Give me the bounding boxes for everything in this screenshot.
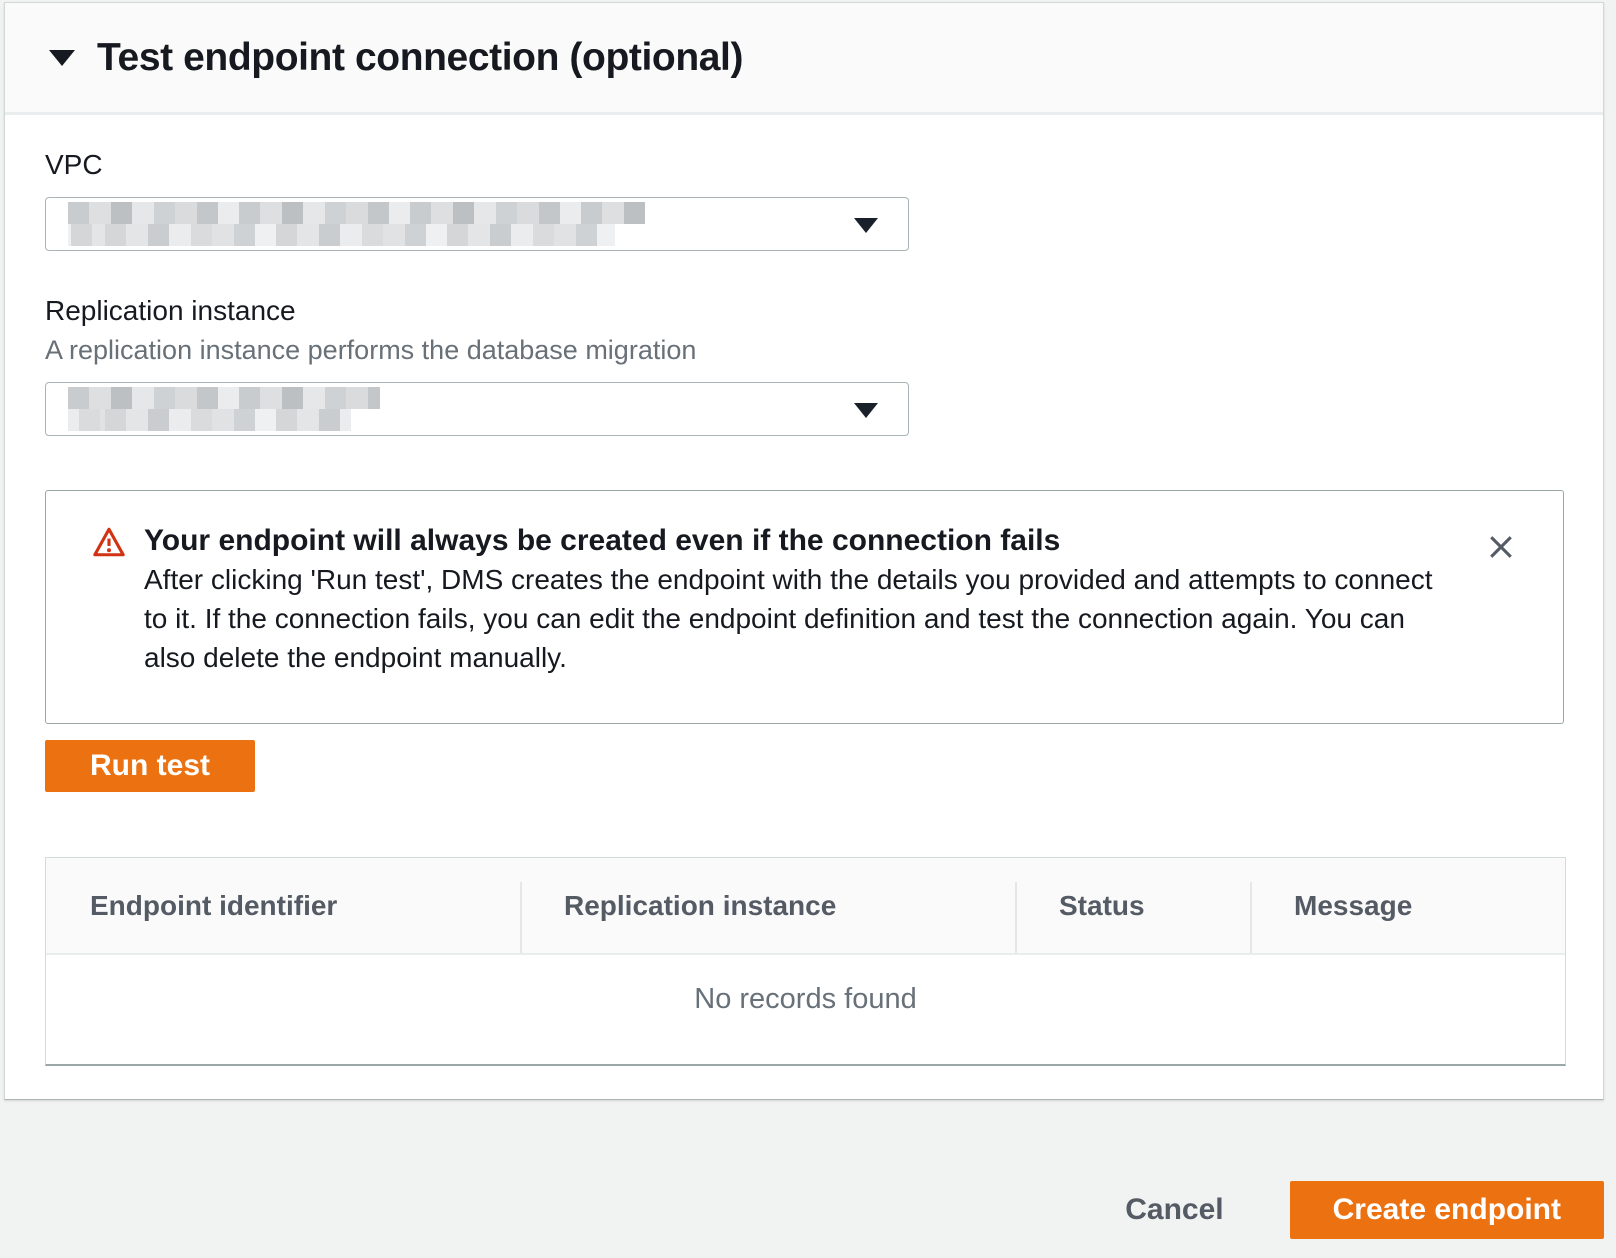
table-empty-state: No records found xyxy=(46,955,1565,1064)
alert-title: Your endpoint will always be created eve… xyxy=(144,521,1439,560)
close-icon[interactable] xyxy=(1483,529,1519,565)
replication-instance-label: Replication instance xyxy=(45,295,1563,327)
column-header-endpoint-identifier[interactable]: Endpoint identifier xyxy=(46,858,520,953)
column-header-status[interactable]: Status xyxy=(1015,858,1250,953)
panel-header-toggle[interactable]: Test endpoint connection (optional) xyxy=(5,3,1603,115)
vpc-field: VPC xyxy=(45,149,1563,251)
test-results-table: Endpoint identifier Replication instance… xyxy=(45,857,1566,1066)
run-test-button[interactable]: Run test xyxy=(45,740,255,792)
connection-warning-alert: Your endpoint will always be created eve… xyxy=(45,490,1564,724)
vpc-redacted-value xyxy=(68,202,645,246)
replication-instance-field: Replication instance A replication insta… xyxy=(45,295,1563,436)
column-header-message[interactable]: Message xyxy=(1250,858,1565,953)
table-header-row: Endpoint identifier Replication instance… xyxy=(46,858,1565,955)
chevron-down-icon xyxy=(854,403,878,418)
collapse-triangle-icon xyxy=(49,50,75,66)
alert-body: After clicking 'Run test', DMS creates t… xyxy=(144,560,1439,677)
footer-actions: Cancel Create endpoint xyxy=(1125,1181,1604,1239)
create-endpoint-button[interactable]: Create endpoint xyxy=(1290,1181,1604,1239)
test-endpoint-panel: Test endpoint connection (optional) VPC … xyxy=(4,2,1604,1100)
warning-triangle-icon xyxy=(92,526,126,689)
vpc-label: VPC xyxy=(45,149,1563,181)
replication-instance-select[interactable] xyxy=(45,382,909,436)
panel-title: Test endpoint connection (optional) xyxy=(97,36,743,80)
column-header-replication-instance[interactable]: Replication instance xyxy=(520,858,1015,953)
replication-instance-redacted-value xyxy=(68,387,380,431)
replication-instance-description: A replication instance performs the data… xyxy=(45,335,1563,366)
alert-text: Your endpoint will always be created eve… xyxy=(144,521,1439,689)
cancel-button[interactable]: Cancel xyxy=(1125,1193,1223,1227)
panel-body: VPC Replication instance A replication i… xyxy=(5,115,1603,1066)
vpc-select[interactable] xyxy=(45,197,909,251)
chevron-down-icon xyxy=(854,218,878,233)
